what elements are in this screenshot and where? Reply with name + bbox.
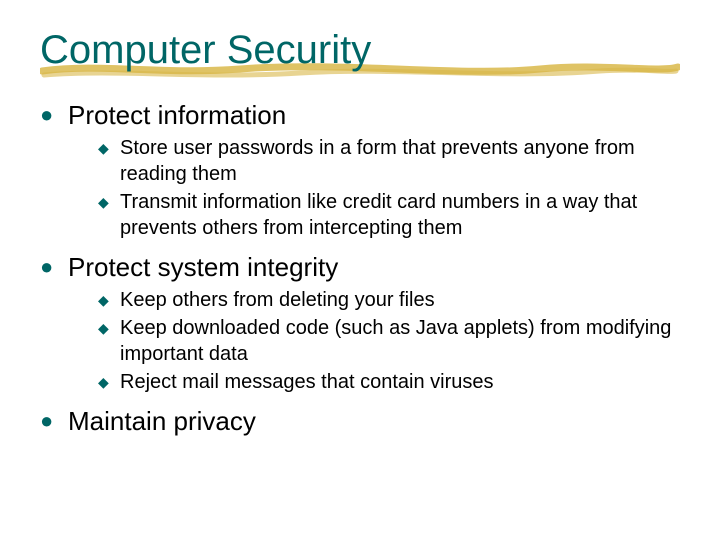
sub-list: ◆ Keep others from deleting your files ◆…	[98, 287, 680, 395]
list-item: ● Protect system integrity ◆ Keep others…	[40, 251, 680, 395]
list-item: ● Maintain privacy	[40, 405, 680, 437]
sub-bullet-text: Transmit information like credit card nu…	[120, 189, 680, 241]
list-item: ◆ Keep downloaded code (such as Java app…	[98, 315, 680, 367]
list-item: ◆ Keep others from deleting your files	[98, 287, 680, 313]
list-item: ◆ Reject mail messages that contain viru…	[98, 369, 680, 395]
sub-bullet-text: Store user passwords in a form that prev…	[120, 135, 680, 187]
bullet-list: ● Protect information ◆ Store user passw…	[40, 99, 680, 437]
diamond-bullet-icon: ◆	[98, 315, 120, 341]
title-area: Computer Security	[40, 28, 680, 73]
bullet-text: Protect information	[68, 99, 286, 131]
slide: Computer Security ● Protect information …	[0, 0, 720, 540]
diamond-bullet-icon: ◆	[98, 369, 120, 395]
sub-bullet-text: Reject mail messages that contain viruse…	[120, 369, 494, 395]
sub-list: ◆ Store user passwords in a form that pr…	[98, 135, 680, 241]
sub-bullet-text: Keep others from deleting your files	[120, 287, 435, 313]
slide-title: Computer Security	[40, 28, 680, 73]
sub-bullet-text: Keep downloaded code (such as Java apple…	[120, 315, 680, 367]
diamond-bullet-icon: ◆	[98, 189, 120, 215]
list-item: ● Protect information ◆ Store user passw…	[40, 99, 680, 241]
disc-bullet-icon: ●	[40, 251, 68, 283]
list-item: ◆ Store user passwords in a form that pr…	[98, 135, 680, 187]
diamond-bullet-icon: ◆	[98, 135, 120, 161]
bullet-text: Maintain privacy	[68, 405, 256, 437]
list-item: ◆ Transmit information like credit card …	[98, 189, 680, 241]
disc-bullet-icon: ●	[40, 405, 68, 437]
disc-bullet-icon: ●	[40, 99, 68, 131]
diamond-bullet-icon: ◆	[98, 287, 120, 313]
bullet-text: Protect system integrity	[68, 251, 338, 283]
